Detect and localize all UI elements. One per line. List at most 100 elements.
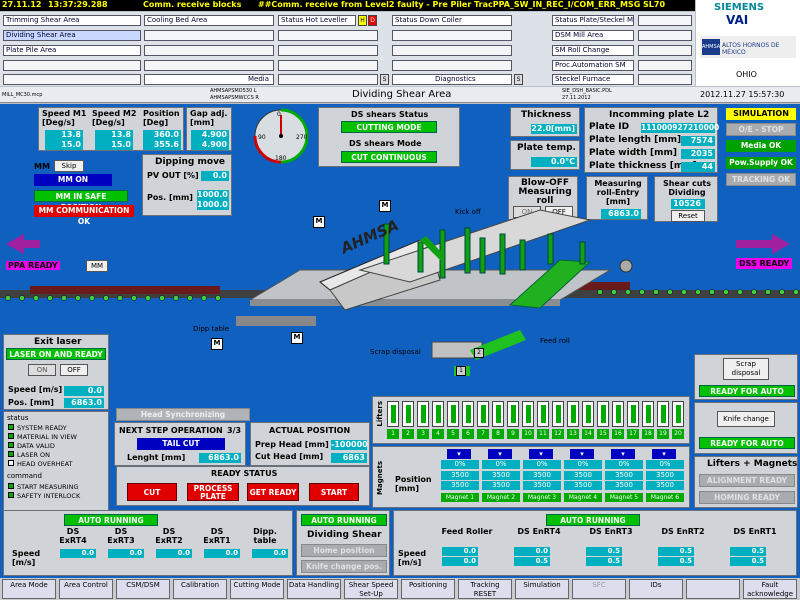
status-item: LASER ON (8, 451, 50, 459)
lifter-18: 18 (642, 399, 654, 441)
drive-column: DS ExRT3 0.0 (100, 527, 144, 577)
feed-roll-motor (619, 259, 633, 273)
magnet-icon: ▾ (488, 449, 512, 459)
nav-empty[interactable] (278, 74, 378, 85)
function-key[interactable]: SFC (572, 579, 626, 599)
status-item: SYSTEM READY (8, 424, 67, 432)
nav-dividing-shear[interactable]: Dividing Shear Area (3, 30, 141, 41)
nav-empty[interactable] (638, 74, 692, 85)
get-ready-button[interactable]: GET READY (247, 483, 299, 501)
command-item[interactable]: SAFETY INTERLOCK (8, 492, 80, 500)
laser-off-button[interactable]: OFF (60, 364, 88, 376)
nav-empty[interactable] (278, 30, 378, 41)
nav-plate-pile[interactable]: Plate Pile Area (3, 45, 141, 56)
function-key[interactable] (686, 579, 740, 599)
nav-empty[interactable] (392, 45, 512, 56)
nav-trimming-shear[interactable]: Trimming Shear Area (3, 15, 141, 26)
feed-roll-label: Feed roll (540, 337, 570, 345)
function-key[interactable]: Calibration (173, 579, 227, 599)
process-plate-button[interactable]: PROCESS PLATE (187, 483, 239, 501)
nav-steckel-furnace[interactable]: Steckel Furnace (552, 74, 634, 85)
cut-button[interactable]: CUT (127, 483, 177, 501)
motor-tag[interactable]: M (313, 216, 325, 228)
nav-empty[interactable] (278, 45, 378, 56)
nav-status-down-coiler[interactable]: Status Down Coiler (392, 15, 512, 26)
function-key[interactable]: Fault acknowledge (743, 579, 797, 599)
alarm-message-1: Comm. receive blocks (143, 0, 242, 9)
function-key[interactable]: Cutting Mode (230, 579, 284, 599)
nav-empty[interactable] (638, 45, 692, 56)
nav-diagnostics[interactable]: Diagnostics (392, 74, 512, 85)
function-key[interactable]: IDs (629, 579, 683, 599)
dial-tick-180: 180 (275, 155, 287, 162)
speed-m1-setpoint: 15.0 (45, 140, 83, 150)
nav-proc-automation[interactable]: Proc.Automation SM (552, 60, 634, 71)
magnet-3[interactable]: ▾ 0% 3500 3500 Magnet 3 (523, 449, 561, 507)
home-position-status: Home position (301, 544, 387, 557)
function-key[interactable]: CSM/DSM (116, 579, 170, 599)
nav-media[interactable]: Media (144, 74, 274, 85)
drive-speed-value: 0.0 (60, 549, 96, 558)
right-arrow-icon (736, 234, 790, 254)
nav-empty[interactable] (144, 45, 274, 56)
nav-empty[interactable] (3, 60, 141, 71)
magnet-1[interactable]: ▾ 0% 3500 3500 Magnet 1 (441, 449, 479, 507)
lifter-9: 9 (507, 399, 519, 441)
magnet-4[interactable]: ▾ 0% 3500 3500 Magnet 4 (564, 449, 602, 507)
nav-empty[interactable] (392, 60, 512, 71)
drive-name: DS ExRT3 (107, 527, 135, 545)
nav-empty[interactable] (638, 30, 692, 41)
function-key[interactable]: Simulation (515, 579, 569, 599)
scrap-disposal-button[interactable]: Scrap disposal (723, 358, 769, 380)
page-title: Dividing Shear Area (352, 89, 452, 100)
ready-status-title: READY STATUS (211, 469, 278, 478)
laser-pos-label: Pos. [mm] (8, 398, 54, 407)
media-ok-indicator: Media OK (726, 140, 796, 152)
magnet-2[interactable]: ▾ 0% 3500 3500 Magnet 2 (482, 449, 520, 507)
magnet-position: 3500 (523, 471, 561, 480)
speed-m2-setpoint: 15.0 (95, 140, 133, 150)
alarm-message-2: ##Comm. receive from Level2 faulty - Pre… (258, 0, 666, 9)
nav-empty[interactable] (144, 60, 274, 71)
function-key[interactable]: Tracking RESET (458, 579, 512, 599)
nav-empty[interactable] (392, 30, 512, 41)
status-list-title: status (7, 414, 29, 422)
nav-empty[interactable] (638, 15, 692, 26)
thickness-label: Thickness (521, 110, 572, 120)
mm-label: MM (34, 162, 50, 171)
cut-head-label: Cut Head [mm] (255, 452, 324, 461)
function-key[interactable]: Area Control (59, 579, 113, 599)
function-key[interactable]: Positioning (401, 579, 455, 599)
nav-empty[interactable] (278, 60, 378, 71)
nav-empty[interactable] (638, 60, 692, 71)
knife-change-button[interactable]: Knife change (717, 411, 775, 427)
function-key[interactable]: Area Mode (2, 579, 56, 599)
nav-status-hot-leveller[interactable]: Status Hot Leveller (278, 15, 356, 26)
alarm-date: 27.11.12 (2, 0, 42, 9)
start-button[interactable]: START (309, 483, 359, 501)
magnet-5[interactable]: ▾ 0% 3500 3500 Magnet 5 (605, 449, 643, 507)
magnet-6[interactable]: ▾ 0% 3500 3500 Magnet 6 (646, 449, 684, 507)
dipping-pos-value: 1000.0 (197, 190, 229, 200)
command-item[interactable]: START MEASURING (8, 483, 79, 491)
nav-empty[interactable] (3, 74, 141, 85)
magnet-icon: ▾ (570, 449, 594, 459)
drive-speed-actual: 0.5 (586, 547, 622, 556)
logo-panel: SIEMENS VAI AHMSA ALTOS HORNOS DE MÉXICO… (696, 0, 800, 86)
motor-tag[interactable]: M (379, 200, 391, 212)
nav-status-plate-steckel[interactable]: Status Plate/Steckel Mill (552, 15, 634, 26)
screen-header: MILL_MC30.mcp AHMSAPSMO530 L AHMSAPSMWCC… (0, 87, 800, 103)
mm-indicator[interactable]: MM (86, 260, 108, 272)
function-key[interactable]: Data Handling (287, 579, 341, 599)
nav-sm-roll-change[interactable]: SM Roll Change (552, 45, 634, 56)
exit-drive-columns: DS ExRT4 0.0 DS ExRT3 0.0 DS ExRT2 0.0 DS ExRT… (52, 527, 292, 577)
nav-dsm-mill[interactable]: DSM Mill Area (552, 30, 634, 41)
nav-cooling-bed[interactable]: Cooling Bed Area (144, 15, 274, 26)
nav-empty[interactable] (144, 30, 274, 41)
laser-on-button[interactable]: ON (28, 364, 56, 376)
motor-tag[interactable]: M (291, 332, 303, 344)
mm-skip-button[interactable]: Skip (54, 160, 84, 172)
scrap-disposal-label: Scrap disposal (370, 348, 421, 356)
motor-tag[interactable]: M (211, 338, 223, 350)
function-key[interactable]: Shear Speed Set-Up (344, 579, 398, 599)
